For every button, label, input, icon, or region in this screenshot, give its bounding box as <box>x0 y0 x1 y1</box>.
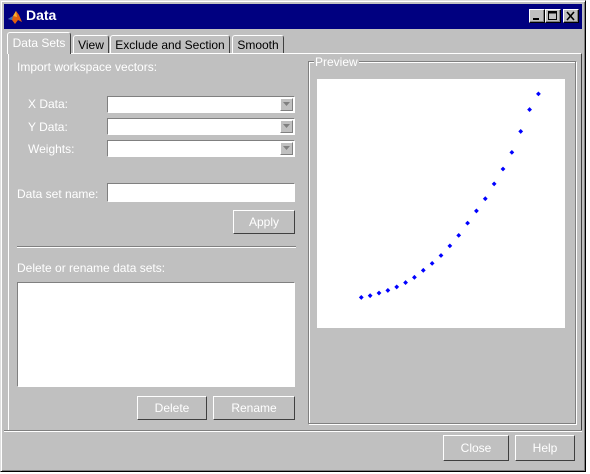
data-point <box>429 260 435 266</box>
rename-button[interactable]: Rename <box>213 396 295 420</box>
weights-label: Weights: <box>28 142 75 156</box>
preview-chart <box>358 91 541 300</box>
close-icon <box>566 11 575 21</box>
import-heading: Import workspace vectors: <box>17 60 158 74</box>
chevron-down-icon <box>283 124 290 128</box>
data-point <box>527 107 532 112</box>
delete-button[interactable]: Delete <box>137 396 207 420</box>
data-point <box>536 91 541 97</box>
title-bar[interactable]: Data <box>4 4 582 29</box>
manage-heading: Delete or rename data sets: <box>17 261 166 275</box>
help-button[interactable]: Help <box>515 435 575 461</box>
chevron-down-icon <box>283 102 290 106</box>
window-title: Data <box>26 7 57 23</box>
preview-label: Preview <box>314 55 359 69</box>
apply-button[interactable]: Apply <box>233 210 295 234</box>
weights-dropdown[interactable] <box>107 140 295 157</box>
data-point <box>420 267 426 273</box>
data-point <box>474 208 479 214</box>
x-data-label: X Data: <box>28 97 69 111</box>
footer-divider <box>4 430 582 432</box>
matlab-logo-icon <box>7 9 23 25</box>
maximize-icon <box>548 11 557 20</box>
tab-smooth-label: Smooth <box>237 38 279 52</box>
close-dialog-button[interactable]: Close <box>443 435 509 461</box>
tab-smooth[interactable]: Smooth <box>232 35 284 53</box>
preview-plot <box>317 79 565 328</box>
data-point <box>491 181 497 187</box>
x-data-dropdown[interactable] <box>107 96 295 113</box>
data-point <box>367 293 373 299</box>
tab-view[interactable]: View <box>73 35 109 53</box>
minimize-button[interactable] <box>529 9 545 23</box>
data-point <box>358 295 364 300</box>
tab-exclude-label: Exclude and Section <box>115 38 225 52</box>
data-point <box>412 274 417 280</box>
chevron-down-icon <box>283 146 290 150</box>
dataset-name-input[interactable] <box>107 183 295 202</box>
data-point <box>500 166 506 172</box>
data-point <box>465 220 470 226</box>
dataset-name-label: Data set name: <box>17 187 99 201</box>
data-point <box>438 253 444 258</box>
minimize-icon <box>533 18 539 20</box>
data-point <box>518 129 524 134</box>
y-data-dropdown[interactable] <box>107 118 295 135</box>
data-point <box>403 280 408 285</box>
data-dialog: Data Data Sets View Exclude and Section … <box>0 0 586 472</box>
data-point <box>376 290 382 296</box>
tab-view-label: View <box>78 38 104 52</box>
tab-exclude-and-section[interactable]: Exclude and Section <box>110 35 230 53</box>
data-point <box>456 232 462 238</box>
data-point <box>447 243 453 249</box>
data-point <box>394 284 400 290</box>
x-data-dropdown-button[interactable] <box>280 98 293 111</box>
close-button[interactable] <box>563 9 579 23</box>
weights-dropdown-button[interactable] <box>280 142 293 155</box>
maximize-button[interactable] <box>545 9 561 23</box>
tab-data-sets[interactable]: Data Sets <box>7 32 71 54</box>
y-data-dropdown-button[interactable] <box>280 120 293 133</box>
y-data-label: Y Data: <box>28 120 68 134</box>
data-point <box>482 196 488 202</box>
section-divider <box>17 246 296 248</box>
data-point <box>509 149 515 155</box>
data-point <box>385 288 391 293</box>
dataset-listbox[interactable] <box>17 282 295 387</box>
